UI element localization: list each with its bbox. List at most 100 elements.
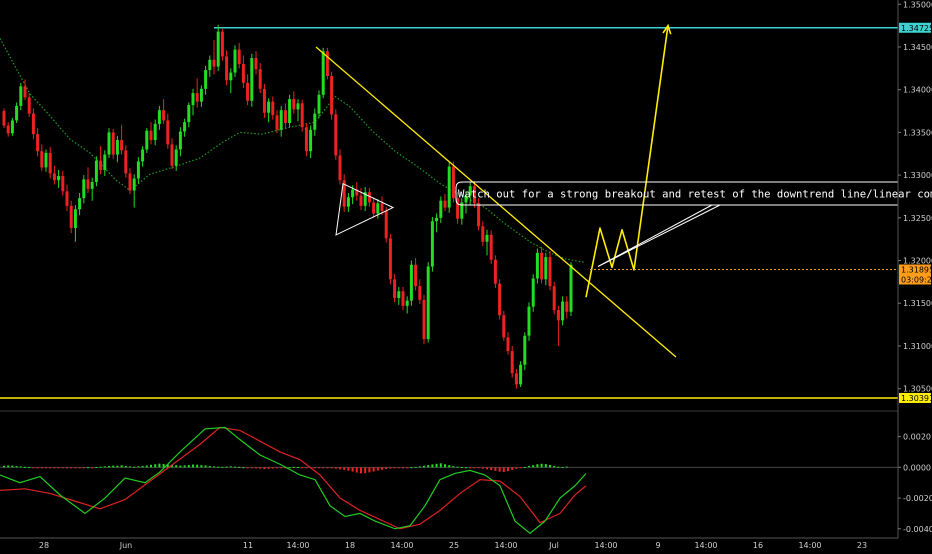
histogram-bar: [24, 466, 26, 468]
histogram-bar: [486, 467, 488, 470]
candle-body: [258, 69, 262, 89]
histogram-bar: [150, 464, 152, 468]
chart-canvas[interactable]: Watch out for a strong breakout and rete…: [0, 0, 932, 550]
histogram-bar: [158, 463, 161, 468]
candle-body: [15, 105, 19, 121]
candle-body: [178, 131, 182, 150]
histogram-bar: [444, 464, 446, 468]
candle-body: [409, 264, 413, 301]
histogram-bar: [368, 467, 371, 473]
histogram-bar: [280, 467, 283, 469]
histogram-bar: [242, 467, 245, 469]
histogram-bar: [179, 465, 182, 468]
candle-body: [241, 64, 245, 83]
histogram-bar: [351, 467, 354, 472]
candle-body: [36, 134, 40, 152]
x-tick-label: 14:00: [494, 541, 517, 550]
candle-body: [145, 130, 149, 150]
histogram-bar: [200, 465, 203, 468]
candle-body: [506, 337, 510, 352]
histogram-bar: [330, 467, 333, 469]
histogram-bar: [112, 465, 115, 468]
candle-body: [204, 70, 208, 89]
histogram-bar: [208, 465, 211, 468]
histogram-bar: [435, 463, 438, 468]
histogram-bar: [423, 465, 425, 468]
x-tick-label: 9: [655, 541, 660, 550]
candle: [519, 361, 523, 387]
candle: [531, 274, 535, 312]
histogram-bar: [481, 467, 484, 469]
candle-body: [212, 59, 216, 67]
candle: [111, 128, 115, 159]
candle-body: [556, 310, 560, 321]
histogram-bar: [326, 467, 329, 469]
candle-body: [380, 203, 384, 211]
histogram-bar: [116, 465, 119, 468]
candle-body: [250, 58, 254, 101]
y-tick-label: 1.31500: [903, 299, 932, 308]
histogram-bar: [238, 466, 241, 468]
histogram-bar: [473, 467, 476, 469]
histogram-bar: [28, 467, 31, 469]
candle-body: [10, 120, 14, 134]
candle-body: [544, 257, 548, 280]
histogram-bar: [397, 467, 400, 469]
histogram-bar: [11, 465, 14, 468]
histogram-bar: [259, 467, 262, 469]
histogram-bar: [229, 466, 232, 468]
x-tick-label: 14:00: [286, 541, 309, 550]
histogram-bar: [7, 465, 10, 468]
x-tick-label: 14:00: [694, 541, 717, 550]
histogram-bar: [49, 467, 52, 469]
histogram-bar: [154, 464, 157, 468]
candle-body: [489, 234, 493, 260]
histogram-bar: [305, 467, 308, 469]
candle-body: [229, 72, 233, 81]
candle-body: [65, 191, 69, 206]
candle-body: [94, 160, 98, 182]
histogram-bar: [410, 467, 413, 469]
histogram-bar: [183, 465, 186, 468]
candle: [523, 332, 527, 370]
histogram-bar: [82, 467, 85, 469]
candle-body: [44, 152, 48, 168]
candle-body: [153, 123, 157, 141]
histogram-bar: [439, 463, 442, 468]
candle-body: [300, 103, 304, 128]
candle: [2, 108, 6, 129]
current-price-label: 1.31895: [901, 265, 932, 274]
candle-body: [23, 86, 27, 98]
candle-body: [61, 175, 65, 192]
candle-body: [330, 76, 334, 115]
candle-body: [531, 278, 535, 307]
candle-body: [309, 129, 313, 152]
candle-body: [216, 31, 220, 67]
histogram-bar: [255, 467, 257, 469]
histogram-bar: [347, 467, 350, 471]
candle-body: [27, 97, 31, 114]
candle-body: [439, 200, 443, 218]
candle: [409, 260, 413, 306]
histogram-bar: [418, 466, 421, 468]
candle: [569, 262, 573, 317]
histogram-bar: [141, 465, 144, 468]
candle-body: [351, 189, 355, 198]
candle-body: [422, 299, 426, 340]
histogram-bar: [494, 467, 497, 471]
x-tick-label: 25: [449, 541, 459, 550]
histogram-bar: [103, 466, 106, 468]
candle: [300, 99, 304, 132]
annotation-text: Watch out for a strong breakout and rete…: [458, 188, 932, 200]
histogram-bar: [267, 467, 270, 469]
histogram-bar: [540, 463, 543, 468]
candle-body: [187, 105, 191, 123]
candle-body: [199, 88, 203, 102]
histogram-bar: [263, 467, 266, 470]
candle-body: [208, 59, 212, 71]
histogram-bar: [271, 467, 274, 469]
candle-body: [451, 166, 455, 199]
x-tick-label: 18: [345, 541, 355, 550]
candle-body: [195, 93, 199, 102]
candle-body: [78, 198, 82, 210]
